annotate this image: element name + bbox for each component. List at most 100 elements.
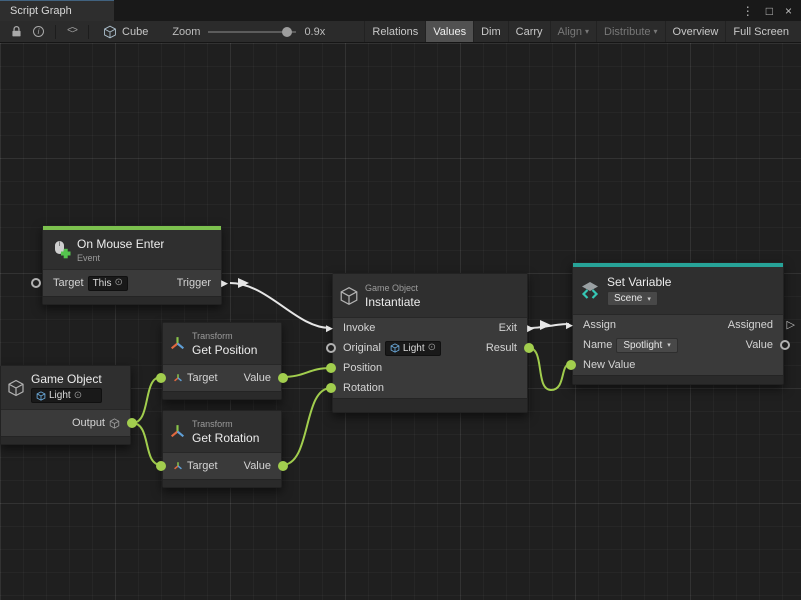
port-row: Target Value [163, 365, 281, 391]
port-row: Rotation [333, 378, 527, 398]
assigned-output-port[interactable]: ▷ [787, 320, 795, 330]
target-label: Target [53, 277, 84, 289]
node-game-object-light[interactable]: Game Object Light ⊙ Output [0, 365, 131, 445]
value-label: Value [244, 460, 271, 472]
target-input-port[interactable] [31, 278, 41, 288]
edit-script-icon[interactable]: <> [62, 21, 82, 42]
port-row: Target Value [163, 453, 281, 479]
fullscreen-button[interactable]: Full Screen [725, 21, 796, 42]
graph-object-button[interactable]: Cube [95, 21, 156, 42]
node-category: Game Object [365, 283, 420, 293]
position-label: Position [343, 362, 382, 374]
lock-icon[interactable] [5, 21, 28, 42]
result-output-port[interactable] [524, 343, 534, 353]
carry-button[interactable]: Carry [508, 21, 550, 42]
align-label: Align [558, 26, 582, 38]
node-footer [333, 398, 527, 412]
zoom-slider[interactable] [208, 31, 296, 33]
variable-icon [579, 280, 601, 302]
tab-bar: Script Graph ⋮ □ × [0, 0, 801, 21]
new-value-label: New Value [583, 359, 635, 371]
object-picker-icon[interactable]: ⊙ [428, 343, 436, 353]
graph-canvas[interactable]: On Mouse Enter Event Target This ⊙ Trigg… [0, 43, 801, 600]
carry-label: Carry [516, 26, 543, 38]
value-output-port[interactable] [278, 461, 288, 471]
object-picker-icon[interactable]: ⊙ [74, 391, 82, 401]
port-row: ▶ Assign Assigned ▷ [573, 315, 783, 335]
node-subtitle: Event [77, 253, 164, 263]
info-icon[interactable]: i [28, 21, 49, 42]
invoke-input-port[interactable]: ▶ [326, 323, 333, 333]
node-title: Instantiate [365, 295, 420, 309]
fullscreen-label: Full Screen [733, 26, 789, 38]
chevron-down-icon: ▾ [647, 295, 651, 303]
transform-icon [169, 423, 186, 440]
node-on-mouse-enter[interactable]: On Mouse Enter Event Target This ⊙ Trigg… [42, 225, 222, 305]
toolbar-separator [88, 25, 89, 39]
assigned-label: Assigned [728, 319, 773, 331]
transform-icon [173, 373, 183, 383]
name-value: Spotlight [623, 340, 662, 351]
kebab-menu-icon[interactable]: ⋮ [742, 4, 754, 18]
target-input-port[interactable] [156, 461, 166, 471]
node-get-position[interactable]: Transform Get Position Target Value [162, 322, 282, 400]
close-icon[interactable]: × [785, 4, 792, 18]
overview-label: Overview [673, 26, 719, 38]
transform-icon [173, 461, 183, 471]
node-header: On Mouse Enter Event [43, 230, 221, 270]
distribute-button[interactable]: Distribute▾ [596, 21, 664, 42]
node-header: Transform Get Position [163, 323, 281, 365]
node-set-variable[interactable]: Set Variable Scene ▾ ▶ Assign Assigned ▷… [572, 262, 784, 385]
tab-label: Script Graph [10, 5, 72, 17]
value-label: Value [746, 339, 773, 351]
cube-icon [7, 379, 25, 397]
original-input-port[interactable] [326, 343, 336, 353]
code-glyph: <> [67, 26, 77, 37]
new-value-input-port[interactable] [566, 360, 576, 370]
port-row: Position [333, 358, 527, 378]
invoke-label: Invoke [343, 322, 375, 334]
exit-output-port[interactable]: ▶ [527, 323, 534, 333]
values-label: Values [433, 26, 466, 38]
scope-value: Scene [614, 293, 642, 304]
window-controls: ⋮ □ × [733, 0, 801, 21]
relations-button[interactable]: Relations [364, 21, 425, 42]
tab-script-graph[interactable]: Script Graph [0, 0, 114, 21]
node-footer [43, 296, 221, 304]
name-label: Name [583, 339, 612, 351]
node-instantiate[interactable]: Game Object Instantiate ▶ Invoke Exit ▶ … [332, 273, 528, 413]
port-row: Original Light ⊙ Result [333, 338, 527, 358]
overview-button[interactable]: Overview [665, 21, 726, 42]
original-value-field[interactable]: Light ⊙ [385, 341, 441, 356]
value-output-port[interactable] [780, 340, 790, 350]
cube-icon [339, 286, 359, 306]
maximize-icon[interactable]: □ [766, 4, 773, 18]
node-footer [1, 436, 130, 444]
value-output-port[interactable] [278, 373, 288, 383]
dim-button[interactable]: Dim [473, 21, 508, 42]
object-value-field[interactable]: Light ⊙ [31, 388, 102, 403]
align-button[interactable]: Align▾ [550, 21, 596, 42]
node-get-rotation[interactable]: Transform Get Rotation Target Value [162, 410, 282, 488]
node-title: Get Rotation [192, 431, 259, 445]
object-picker-icon[interactable]: ⊙ [114, 278, 122, 288]
port-row: Output [1, 410, 130, 436]
output-port[interactable] [127, 418, 137, 428]
rotation-input-port[interactable] [326, 383, 336, 393]
variable-scope-dropdown[interactable]: Scene ▾ [607, 291, 658, 306]
graph-object-label: Cube [122, 26, 148, 38]
target-input-port[interactable] [156, 373, 166, 383]
node-title: Set Variable [607, 275, 671, 289]
node-title: Get Position [192, 343, 257, 357]
target-value-field[interactable]: This ⊙ [88, 276, 128, 291]
values-button[interactable]: Values [425, 21, 473, 42]
assign-input-port[interactable]: ▶ [566, 320, 573, 330]
zoom-slider-knob[interactable] [282, 27, 292, 37]
trigger-output-port[interactable]: ▶ [221, 278, 228, 288]
variable-name-dropdown[interactable]: Spotlight ▾ [616, 338, 677, 353]
original-label: Original [343, 342, 381, 354]
position-input-port[interactable] [326, 363, 336, 373]
mouse-event-icon [49, 239, 71, 261]
original-value: Light [403, 343, 425, 354]
port-row: ▶ Invoke Exit ▶ [333, 318, 527, 338]
